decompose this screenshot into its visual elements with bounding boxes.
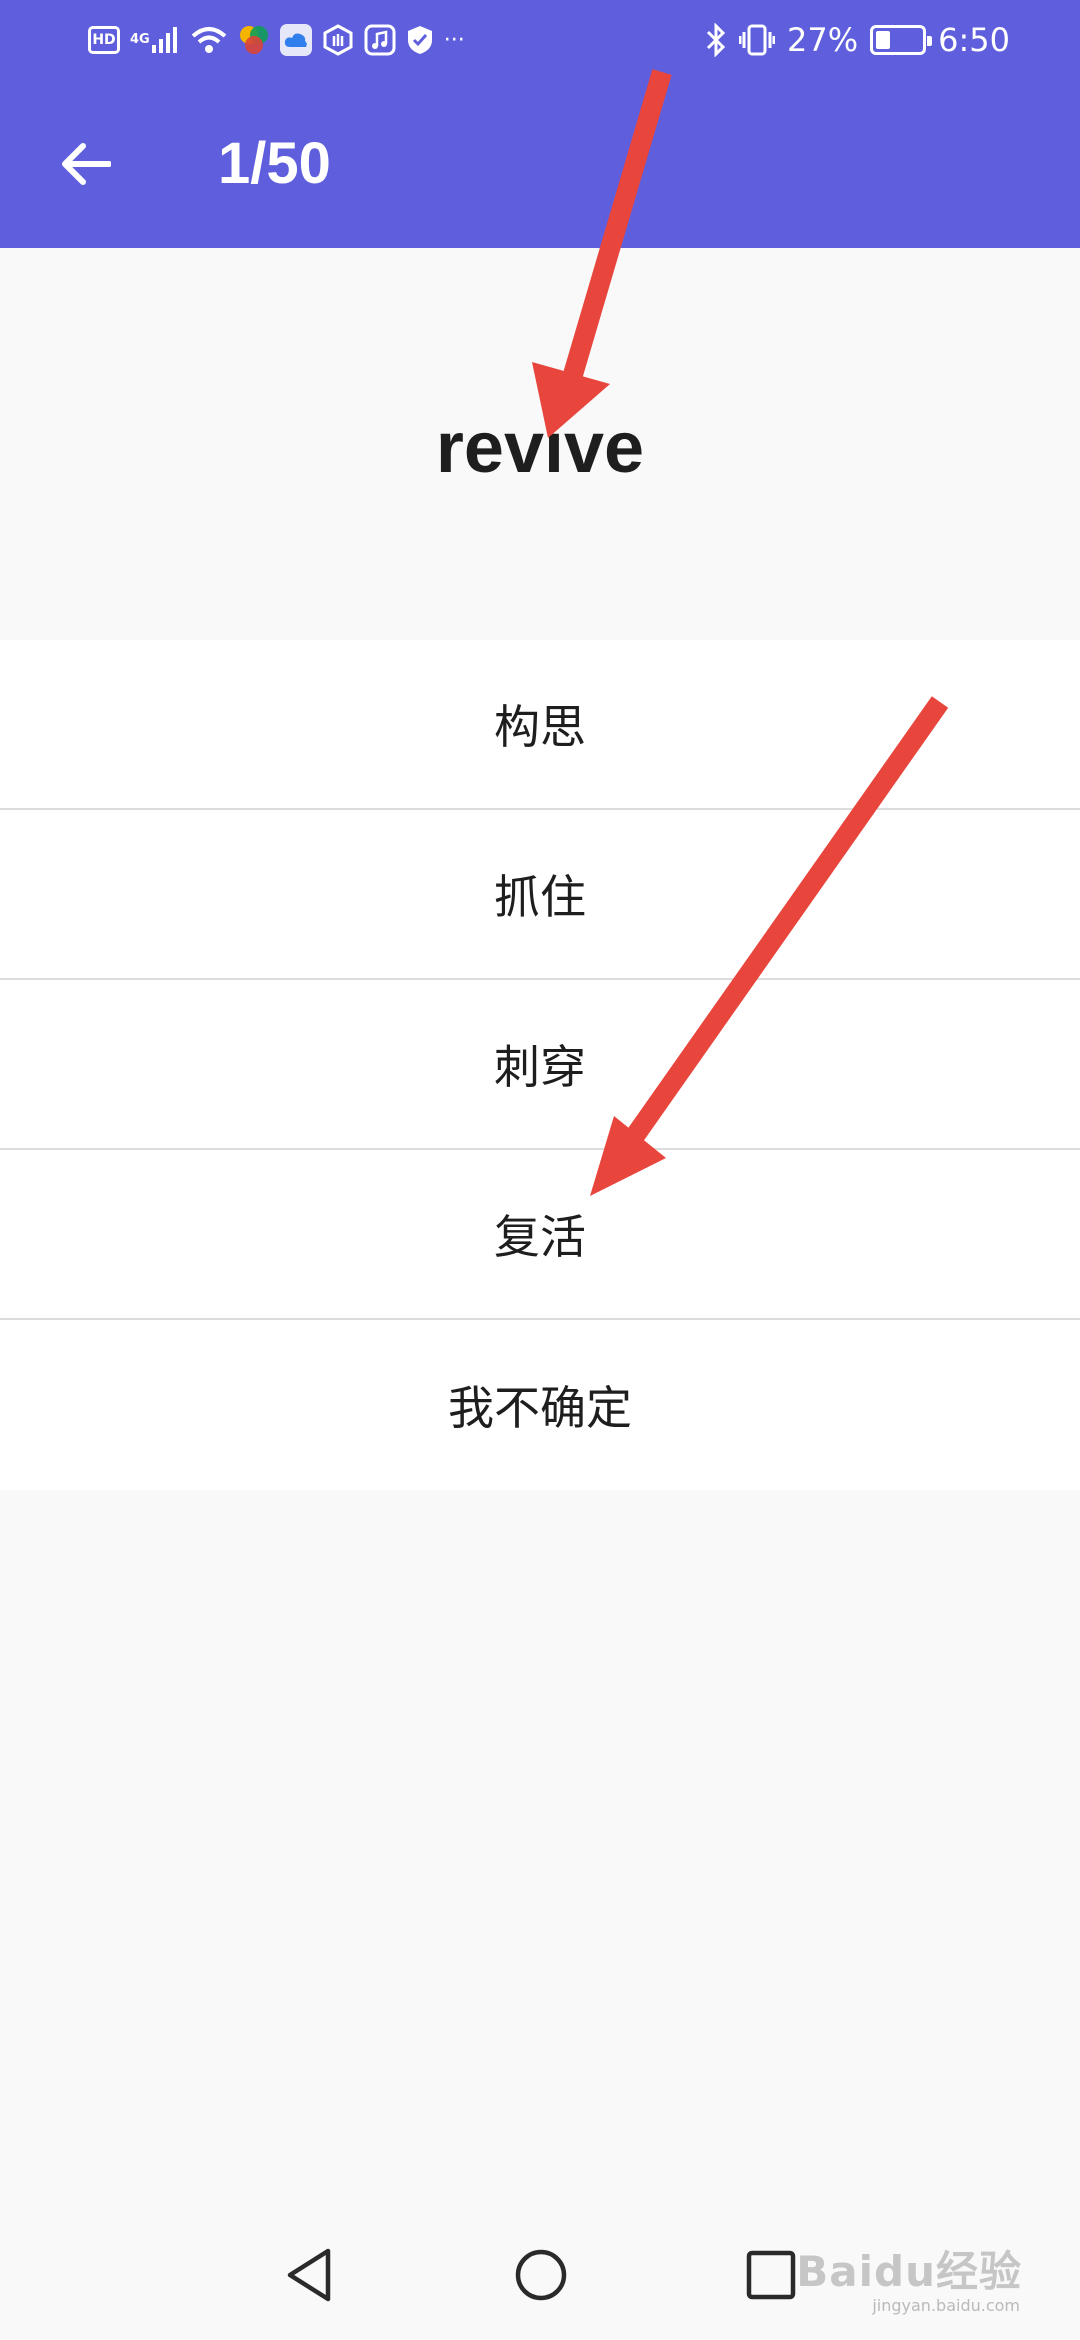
battery-level bbox=[876, 31, 891, 49]
app-notification-icon bbox=[238, 24, 270, 56]
app-bar: 1/50 bbox=[0, 80, 1080, 248]
vibrate-icon bbox=[739, 24, 776, 56]
shield-icon bbox=[406, 24, 434, 56]
status-icons-right: 27% 6:50 bbox=[705, 20, 1010, 60]
baidu-watermark: Baidu经验 bbox=[796, 2247, 1022, 2296]
question-word: revive bbox=[435, 408, 645, 488]
baidu-watermark-url: jingyan.baidu.com bbox=[872, 2296, 1020, 2315]
answer-option[interactable]: 抓住 bbox=[0, 810, 1080, 980]
answer-option[interactable]: 刺穿 bbox=[0, 980, 1080, 1150]
question-progress: 1/50 bbox=[218, 131, 331, 196]
battery-percent: 27% bbox=[787, 21, 859, 59]
circle-home-icon bbox=[515, 2249, 567, 2301]
hd-icon: HD bbox=[88, 26, 120, 54]
nav-back-button[interactable] bbox=[274, 2240, 344, 2310]
music-icon bbox=[364, 24, 396, 56]
clock: 6:50 bbox=[938, 21, 1010, 59]
network-type-label: 4G bbox=[130, 32, 150, 47]
more-notifications-icon: ··· bbox=[443, 27, 465, 53]
unsure-option[interactable]: 我不确定 bbox=[0, 1320, 1080, 1490]
bluetooth-icon bbox=[706, 23, 726, 57]
triangle-back-icon bbox=[287, 2248, 331, 2302]
square-recents-icon bbox=[746, 2250, 796, 2300]
battery-icon bbox=[870, 25, 933, 55]
arrow-left-icon bbox=[62, 143, 111, 185]
answer-option[interactable]: 构思 bbox=[0, 640, 1080, 810]
hand-icon bbox=[322, 24, 354, 56]
status-icons-left: HD 4G ··· bbox=[88, 20, 465, 60]
signal-icon: 4G bbox=[130, 24, 180, 56]
wifi-icon bbox=[190, 24, 228, 56]
nav-home-button[interactable] bbox=[506, 2240, 576, 2310]
question-card: revive bbox=[0, 248, 1080, 640]
back-button[interactable] bbox=[50, 132, 120, 196]
signal-bars-icon bbox=[151, 27, 177, 53]
cloud-icon bbox=[279, 24, 312, 56]
answer-options: 构思 抓住 刺穿 复活 我不确定 bbox=[0, 640, 1080, 1490]
status-bar: HD 4G ··· 27% 6:50 bbox=[0, 0, 1080, 80]
answer-option[interactable]: 复活 bbox=[0, 1150, 1080, 1320]
